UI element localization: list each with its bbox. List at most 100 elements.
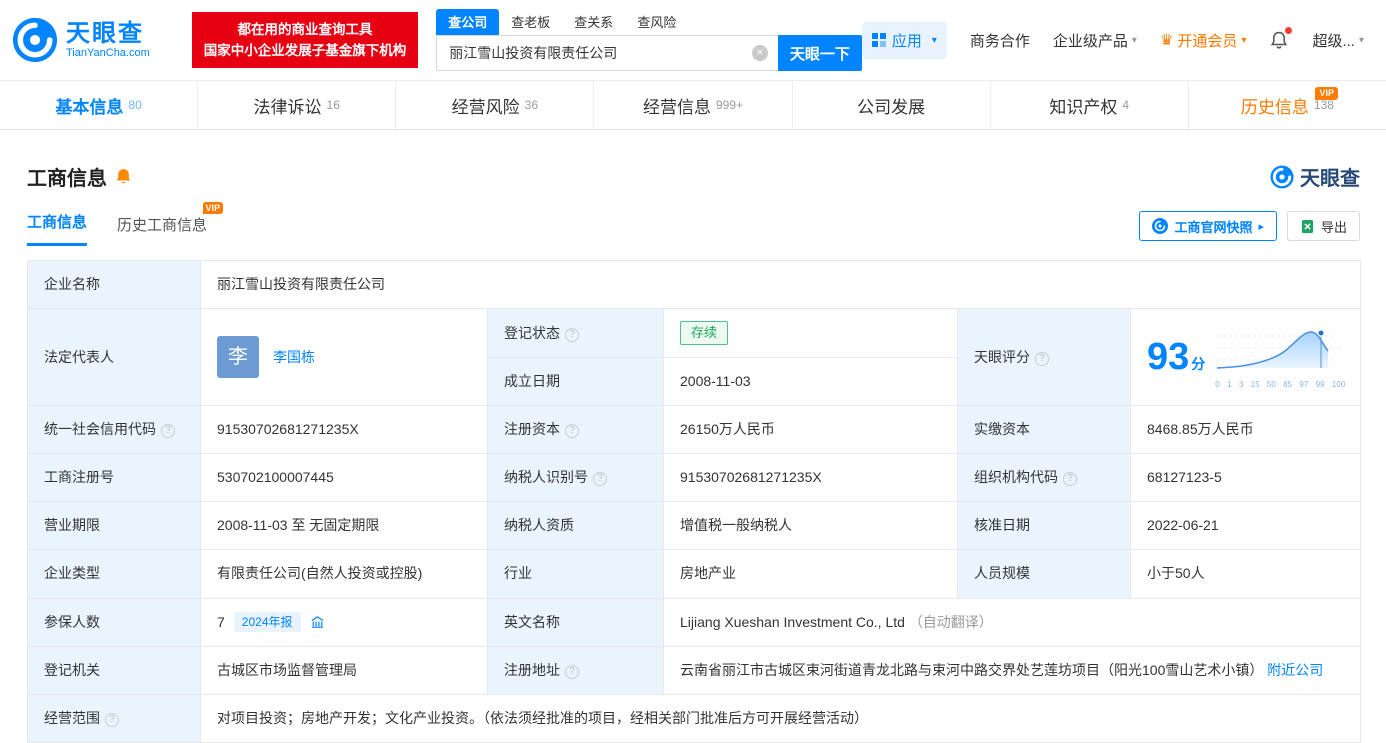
- help-icon[interactable]: ?: [565, 664, 579, 679]
- section-title: 工商信息: [27, 168, 107, 190]
- subtab-business-info[interactable]: 工商信息: [27, 211, 88, 246]
- table-row: 工商注册号 530702100007445 纳税人识别号? 9153070268…: [27, 453, 1362, 503]
- reg-number-value: 530702100007445: [200, 453, 488, 503]
- tab-intellectual-property[interactable]: 知识产权 4: [989, 81, 1188, 129]
- notification-dot: [1285, 27, 1293, 34]
- vip-badge: VIP: [1315, 87, 1338, 100]
- header: 天眼查 TianYanCha.com 都在用的商业查询工具 国家中小企业发展子基…: [0, 0, 1386, 80]
- tab-legal-proceedings[interactable]: 法律诉讼 16: [197, 81, 395, 129]
- paid-capital-value: 8468.85万人民币: [1129, 405, 1362, 455]
- table-row: 登记机关 古城区市场监督管理局 注册地址? 云南省丽江市古城区束河街道青龙北路与…: [27, 645, 1362, 695]
- status-badge: 存续: [680, 321, 729, 346]
- search-tab-company[interactable]: 查公司: [436, 9, 500, 35]
- search-tab-risk[interactable]: 查风险: [625, 9, 688, 35]
- score-chart-ticks: 0 1 3 15 50 85 97 99 100: [1215, 379, 1346, 389]
- nav-open-membership-label: 开通会员: [1177, 32, 1238, 50]
- auto-translate-note: （自动翻译）: [908, 613, 993, 630]
- tab-basic-info[interactable]: 基本信息 80: [0, 81, 197, 129]
- field-label-business-term: 营业期限: [27, 501, 201, 551]
- nearby-companies-link[interactable]: 附近公司: [1267, 662, 1323, 678]
- brand-name: 天眼查: [66, 20, 144, 47]
- camera-badge-icon: [1152, 218, 1169, 234]
- export-button[interactable]: 导出: [1286, 211, 1360, 241]
- search-tab-boss[interactable]: 查老板: [499, 9, 562, 35]
- field-label-establish-date: 成立日期: [487, 357, 664, 407]
- legal-rep-avatar[interactable]: 李: [217, 336, 259, 379]
- apps-menu-label: 应用: [891, 32, 922, 50]
- tab-business-info[interactable]: 经营信息 999+: [593, 81, 791, 129]
- search-input[interactable]: [436, 35, 778, 71]
- apps-grid-icon: [871, 33, 886, 47]
- field-label-industry: 行业: [487, 549, 664, 599]
- promo-line1: 都在用的商业查询工具: [237, 22, 373, 37]
- field-label-org-code: 组织机构代码?: [957, 453, 1131, 503]
- field-label-reg-number: 工商注册号: [27, 453, 201, 503]
- field-label-scope: 经营范围?: [27, 693, 201, 743]
- staff-size-value: 小于50人: [1129, 549, 1362, 599]
- nav-business-cooperation[interactable]: 商务合作: [970, 30, 1030, 51]
- tab-history-info[interactable]: VIP 历史信息 138: [1187, 81, 1386, 129]
- search-button[interactable]: 天眼一下: [777, 35, 862, 71]
- field-label-staff-size: 人员规模: [957, 549, 1131, 599]
- help-icon[interactable]: ?: [593, 472, 607, 487]
- company-type-value: 有限责任公司(自然人投资或控股): [200, 549, 488, 599]
- help-icon[interactable]: ?: [1035, 351, 1049, 366]
- chevron-down-icon: ▾: [1131, 34, 1137, 46]
- table-row: 统一社会信用代码? 91530702681271235X 注册资本? 26150…: [27, 405, 1362, 455]
- reg-authority-value: 古城区市场监督管理局: [200, 645, 488, 695]
- industry-value: 房地产业: [663, 549, 958, 599]
- search-tab-relation[interactable]: 查关系: [562, 9, 625, 35]
- legal-rep-value: 李 李国栋: [200, 308, 488, 407]
- nav-super-vip[interactable]: 超级... ▾: [1312, 30, 1364, 51]
- notification-bell[interactable]: [1269, 27, 1293, 50]
- nav-enterprise-products[interactable]: 企业级产品 ▾: [1053, 30, 1137, 51]
- nav-enterprise-products-label: 企业级产品: [1052, 32, 1128, 50]
- main-tabs: 基本信息 80 法律诉讼 16 经营风险 36 经营信息 999+ 公司发展 知…: [0, 80, 1386, 130]
- subscribe-bell-icon[interactable]: [115, 168, 132, 185]
- tab-business-risk[interactable]: 经营风险 36: [395, 81, 593, 129]
- watermark-label: 天眼查: [1300, 168, 1360, 190]
- help-icon[interactable]: ?: [565, 424, 579, 439]
- snapshot-button[interactable]: 工商官网快照 ▸: [1139, 211, 1277, 241]
- tab-company-development[interactable]: 公司发展: [791, 81, 990, 129]
- table-row: 经营范围? 对项目投资；房地产开发；文化产业投资。（依法须经批准的项目，经相关部…: [27, 693, 1362, 743]
- field-label-legal-rep: 法定代表人: [27, 308, 201, 407]
- score-number: 93 分: [1147, 336, 1206, 379]
- search-tabs: 查公司 查老板 查关系 查风险: [436, 9, 862, 35]
- search-block: 查公司 查老板 查关系 查风险 × 天眼一下: [436, 9, 862, 71]
- table-row: 企业类型 有限责任公司(自然人投资或控股) 行业 房地产业 人员规模 小于50人: [27, 549, 1362, 599]
- taxpayer-id-value: 91530702681271235X: [663, 453, 958, 503]
- score-value-cell: 93 分 0 1 3 15 50 85 97 99 100: [1129, 308, 1362, 407]
- taxpayer-quality-value: 增值税一般纳税人: [663, 501, 958, 551]
- annual-report-tag[interactable]: 2024年报: [233, 612, 301, 633]
- field-label-approval-date: 核准日期: [957, 501, 1131, 551]
- company-name-value: 丽江雪山投资有限责任公司: [199, 259, 1362, 310]
- field-label-reg-status: 登记状态?: [487, 308, 664, 359]
- help-icon[interactable]: ?: [1063, 472, 1077, 487]
- brand-text: 天眼查 TianYanCha.com: [66, 20, 150, 60]
- legal-rep-link[interactable]: 李国栋: [273, 346, 315, 369]
- annual-report-icon[interactable]: [310, 615, 325, 630]
- nav-open-membership[interactable]: ♛ 开通会员 ▾: [1160, 30, 1247, 51]
- help-icon[interactable]: ?: [105, 712, 119, 727]
- field-label-reg-authority: 登记机关: [27, 645, 201, 695]
- clear-icon[interactable]: ×: [751, 45, 768, 61]
- field-label-credit-code: 统一社会信用代码?: [27, 405, 201, 455]
- table-row: 参保人数 7 2024年报 英文名称 Lijiang Xueshan Inves…: [27, 597, 1362, 647]
- tianyancha-logo-icon: [1270, 164, 1294, 189]
- table-row: 企业名称 丽江雪山投资有限责任公司: [27, 259, 1362, 310]
- brand-domain: TianYanCha.com: [66, 47, 150, 59]
- apps-menu[interactable]: 应用 ▾: [861, 21, 947, 59]
- chevron-down-icon: ▾: [1358, 34, 1364, 46]
- tianyancha-logo[interactable]: 天眼查 TianYanCha.com: [12, 17, 150, 63]
- help-icon[interactable]: ?: [565, 327, 579, 342]
- subtab-history-business-info[interactable]: 历史工商信息 VIP: [117, 202, 224, 246]
- subtab-actions: 工商官网快照 ▸ 导出: [1139, 211, 1360, 246]
- field-label-reg-capital: 注册资本?: [487, 405, 664, 455]
- vip-badge: VIP: [202, 202, 224, 214]
- field-label-paid-capital: 实缴资本: [957, 405, 1131, 455]
- field-label-company-type: 企业类型: [27, 549, 201, 599]
- help-icon[interactable]: ?: [161, 424, 175, 439]
- field-label-address: 注册地址?: [487, 645, 664, 695]
- insured-value: 7 2024年报: [200, 597, 488, 647]
